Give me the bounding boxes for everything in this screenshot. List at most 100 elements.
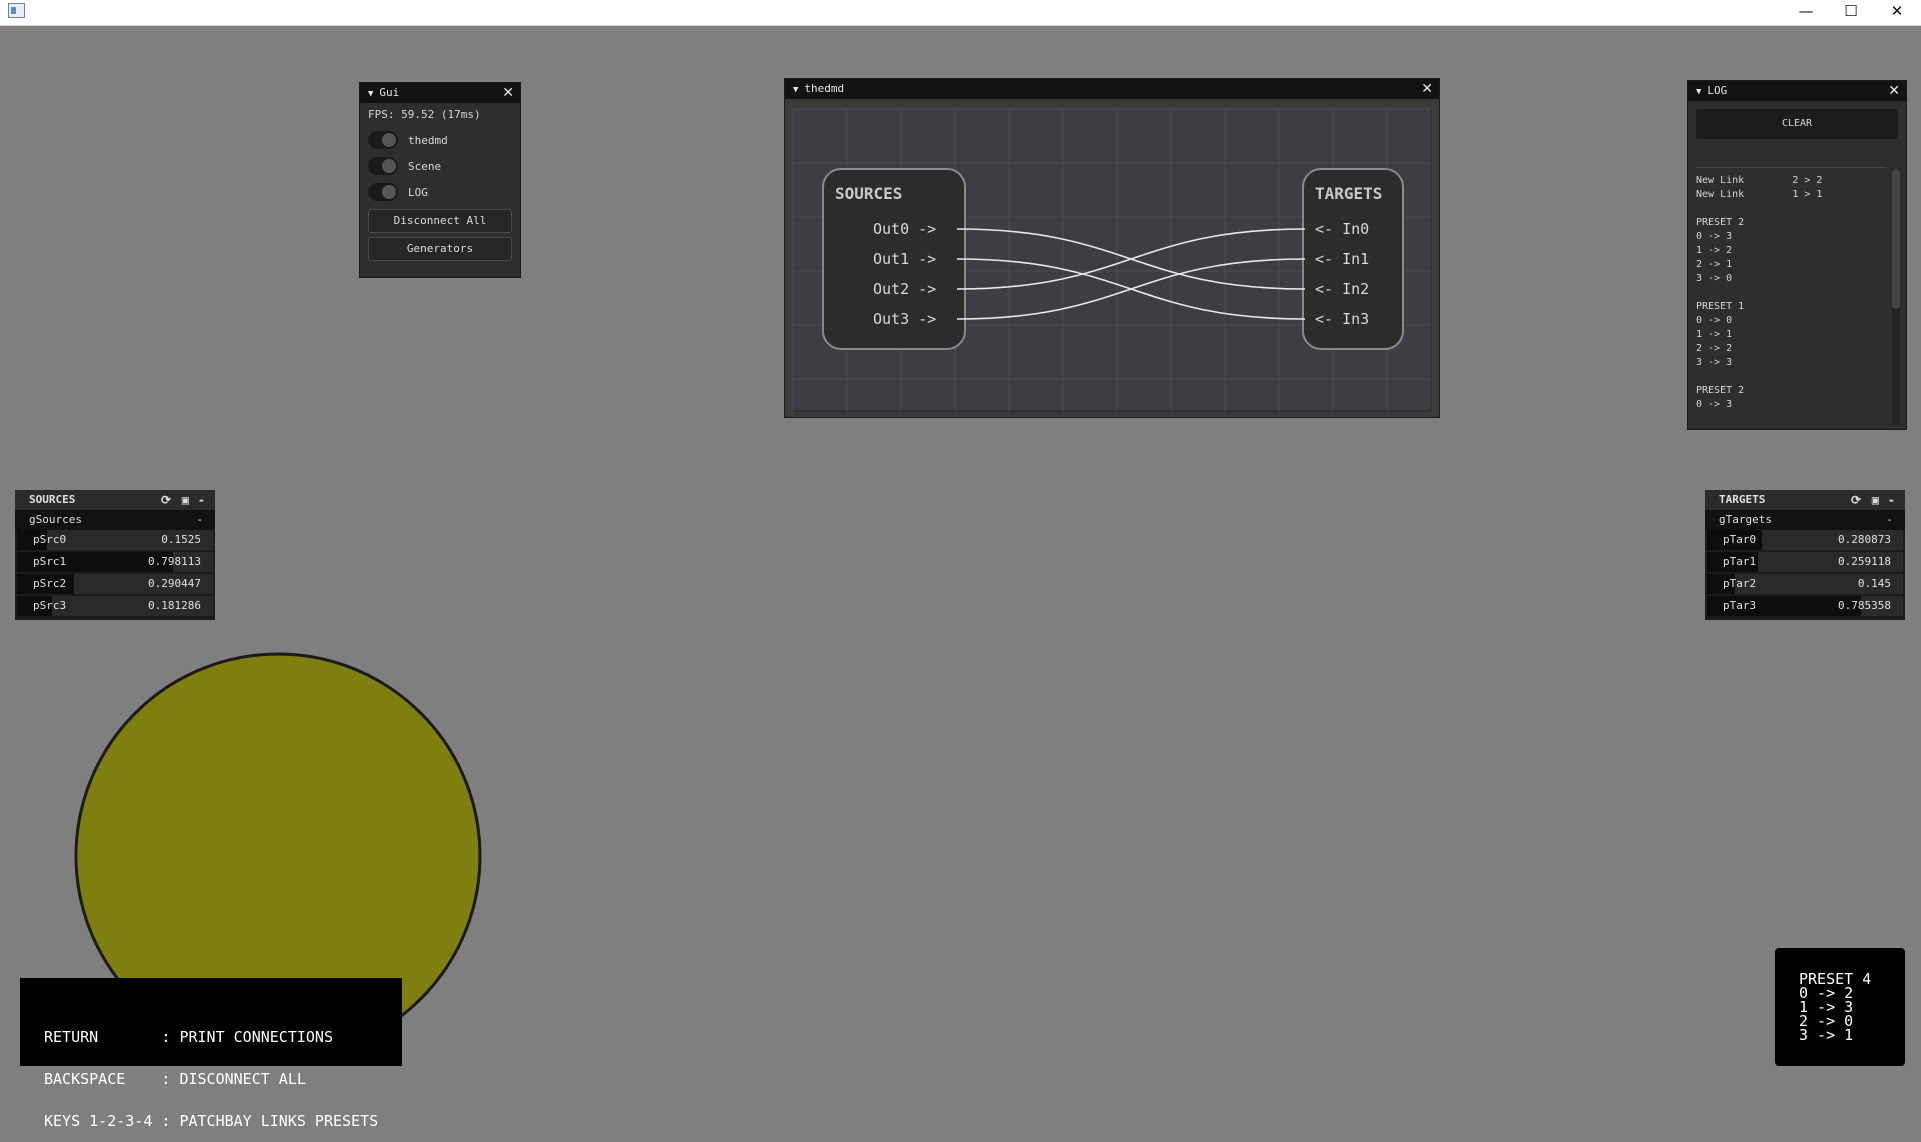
param-name: pSrc3	[33, 599, 67, 612]
source-param-row[interactable]: pSrc1 0.798113	[17, 552, 213, 572]
log-panel-header[interactable]: ▼ LOG ✕	[1688, 81, 1906, 101]
collapse-triangle-icon[interactable]: ▼	[1696, 82, 1701, 102]
targets-params-panel: TARGETS ⟳ ▣ - gTargets - pTar0 0.280873 pTa…	[1705, 490, 1905, 620]
param-name: pTar2	[1723, 577, 1757, 590]
save-icon[interactable]: ▣	[1872, 490, 1879, 510]
group-label: gSources	[29, 513, 82, 526]
log-line: 2 -> 2	[1696, 343, 1733, 354]
sources-params-title: SOURCES	[29, 493, 76, 506]
targets-params-title: TARGETS	[1719, 493, 1766, 506]
toggle-label: Scene	[408, 159, 442, 173]
gui-panel-title: Gui	[379, 86, 400, 99]
refresh-icon[interactable]: ⟳	[1851, 490, 1861, 510]
param-value: 0.280873	[1838, 533, 1891, 546]
log-panel: ▼ LOG ✕ CLEAR New Link 2 > 2 New Link 1 > …	[1687, 80, 1907, 430]
target-param-row[interactable]: pTar3 0.785358	[1707, 596, 1903, 616]
output-pin-0[interactable]: Out0 ->	[873, 220, 936, 238]
group-gtargets[interactable]: gTargets -	[1705, 510, 1905, 530]
log-line: 1 -> 1	[1696, 329, 1733, 340]
node-canvas[interactable]: SOURCES TARGETS Out0 -> Out1 -> Out2 -> Out…	[785, 101, 1439, 417]
log-scrollbar-thumb[interactable]	[1892, 169, 1900, 309]
param-name: pTar0	[1723, 533, 1757, 546]
source-param-row[interactable]: pSrc0 0.1525	[17, 530, 213, 550]
disconnect-all-button[interactable]: Disconnect All	[368, 209, 512, 233]
source-param-row[interactable]: pSrc3 0.181286	[17, 596, 213, 616]
sources-node-title: SOURCES	[835, 184, 902, 203]
clear-button[interactable]: CLEAR	[1696, 109, 1898, 139]
group-collapse-button[interactable]: -	[196, 510, 203, 530]
preset-info: PRESET 4 0 -> 2 1 -> 3 2 -> 0 3 -> 1	[1775, 948, 1905, 1066]
log-text-area[interactable]: New Link 2 > 2 New Link 1 > 1 PRESET 2 0 -…	[1696, 167, 1886, 428]
sources-params-panel: SOURCES ⟳ ▣ - gSources - pSrc0 0.1525 pSrc1…	[15, 490, 215, 620]
param-name: pSrc2	[33, 577, 67, 590]
source-param-row[interactable]: pSrc2 0.290447	[17, 574, 213, 594]
hotkey-line: KEYS 1-2-3-4 : PATCHBAY LINKS PRESETS	[44, 1112, 379, 1130]
param-value: 0.798113	[148, 555, 201, 568]
log-line: 2 -> 1	[1696, 259, 1733, 270]
minimize-panel-button[interactable]: -	[1888, 490, 1895, 510]
target-param-row[interactable]: pTar2 0.145	[1707, 574, 1903, 594]
input-pin-1[interactable]: <- In1	[1315, 250, 1369, 268]
param-value: 0.1525	[161, 533, 201, 546]
node-editor-panel: ▼ thedmd ✕ SOURCES TARGETS Out0 -> Out1 ->…	[784, 78, 1440, 418]
param-name: pTar3	[1723, 599, 1757, 612]
param-name: pSrc0	[33, 533, 67, 546]
input-pin-0[interactable]: <- In0	[1315, 220, 1369, 238]
toggle-scene[interactable]: Scene	[360, 153, 520, 179]
toggle-switch[interactable]	[368, 183, 398, 201]
toggle-switch[interactable]	[368, 131, 398, 149]
input-pin-3[interactable]: <- In3	[1315, 310, 1369, 328]
toggle-log[interactable]: LOG	[360, 179, 520, 205]
log-line: New Link 2 > 2	[1696, 175, 1823, 186]
param-name: pTar1	[1723, 555, 1757, 568]
log-line: 0 -> 0	[1696, 315, 1733, 326]
generators-button[interactable]: Generators	[368, 237, 512, 261]
node-editor-header[interactable]: ▼ thedmd ✕	[785, 79, 1439, 99]
param-value: 0.181286	[148, 599, 201, 612]
group-gsources[interactable]: gSources -	[15, 510, 215, 530]
group-label: gTargets	[1719, 513, 1772, 526]
targets-node-title: TARGETS	[1315, 184, 1382, 203]
gui-panel-header[interactable]: ▼ Gui ✕	[360, 83, 520, 103]
toggle-label: LOG	[408, 185, 428, 199]
save-icon[interactable]: ▣	[182, 490, 189, 510]
output-pin-2[interactable]: Out2 ->	[873, 280, 936, 298]
log-panel-title: LOG	[1707, 84, 1728, 97]
sources-params-header[interactable]: SOURCES ⟳ ▣ -	[15, 490, 215, 510]
log-scrollbar[interactable]	[1892, 169, 1900, 425]
toggle-label: thedmd	[408, 133, 448, 147]
log-line: 3 -> 3	[1696, 357, 1733, 368]
collapse-triangle-icon[interactable]: ▼	[793, 80, 798, 100]
close-icon[interactable]: ✕	[1421, 79, 1433, 99]
log-line: PRESET 2	[1696, 217, 1745, 228]
group-collapse-button[interactable]: -	[1886, 510, 1893, 530]
close-icon[interactable]: ✕	[1888, 81, 1900, 101]
toggle-thedmd[interactable]: thedmd	[360, 127, 520, 153]
output-pin-3[interactable]: Out3 ->	[873, 310, 936, 328]
close-icon[interactable]: ✕	[502, 83, 514, 103]
targets-params-header[interactable]: TARGETS ⟳ ▣ -	[1705, 490, 1905, 510]
param-name: pSrc1	[33, 555, 67, 568]
fps-label: FPS: 59.52 (17ms)	[368, 108, 481, 121]
target-param-row[interactable]: pTar1 0.259118	[1707, 552, 1903, 572]
input-pin-2[interactable]: <- In2	[1315, 280, 1369, 298]
log-line: 3 -> 0	[1696, 273, 1733, 284]
node-editor-title: thedmd	[804, 82, 845, 95]
log-line: PRESET 2	[1696, 385, 1745, 396]
log-line: 1 -> 2	[1696, 245, 1733, 256]
param-value: 0.785358	[1838, 599, 1891, 612]
log-line: New Link 1 > 1	[1696, 189, 1823, 200]
log-line: 0 -> 3	[1696, 231, 1733, 242]
output-pin-1[interactable]: Out1 ->	[873, 250, 936, 268]
refresh-icon[interactable]: ⟳	[161, 490, 171, 510]
param-value: 0.259118	[1838, 555, 1891, 568]
toggle-switch[interactable]	[368, 157, 398, 175]
hotkey-line: RETURN : PRINT CONNECTIONS	[44, 1028, 333, 1046]
target-param-row[interactable]: pTar0 0.280873	[1707, 530, 1903, 550]
param-value: 0.290447	[148, 577, 201, 590]
minimize-panel-button[interactable]: -	[198, 490, 205, 510]
collapse-triangle-icon[interactable]: ▼	[368, 84, 373, 104]
